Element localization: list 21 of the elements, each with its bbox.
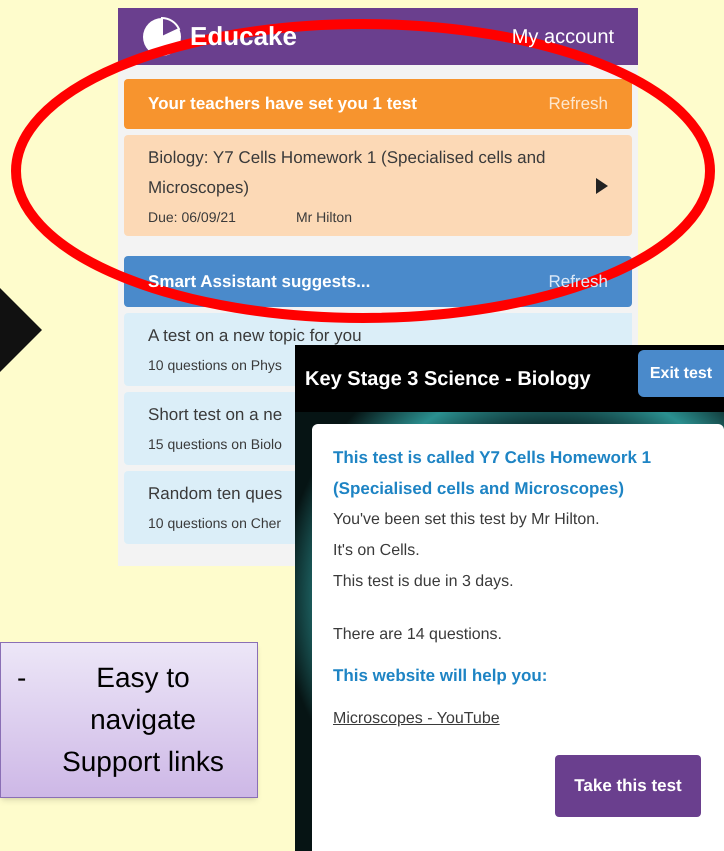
- suggestion-detail: 10 questions on Phys: [148, 356, 282, 375]
- info-text: There are 14 questions.: [333, 625, 503, 645]
- suggestion-title: Short test on a ne: [148, 404, 282, 426]
- info-text: It's on Cells.: [333, 541, 421, 561]
- suggestion-title: A test on a new topic for you: [148, 325, 362, 348]
- bullet-text: -: [17, 661, 28, 695]
- suggestion-detail: 15 questions on Biolo: [148, 434, 282, 454]
- teacher-name: Mr Hilton: [296, 208, 352, 227]
- test-title: Biology: Y7 Cells Homework 1 (Specialised cells and Microscopes): [148, 147, 546, 199]
- info-text: You've been set this test by Mr Hilton.: [333, 510, 601, 530]
- note-text: Easy to navigate Support links: [61, 661, 225, 779]
- bar-title: Smart Assistant suggests...: [148, 270, 370, 293]
- help-heading: This website will help you:: [333, 665, 548, 687]
- due-date: Due: 06/09/21: [148, 208, 236, 227]
- bar-title: Your teachers have set you 1 test: [148, 93, 417, 116]
- info-text: This test is due in 3 days.: [333, 572, 515, 592]
- suggestion-title: Random ten ques: [148, 483, 282, 506]
- dialog-title: Key Stage 3 Science - Biology: [305, 366, 591, 392]
- logo-text: Educake: [190, 20, 297, 53]
- test-heading: This test is called Y7 Cells Homework 1 (Specialised cells and Microscopes): [333, 447, 652, 500]
- suggestion-detail: 10 questions on Cher: [148, 514, 282, 533]
